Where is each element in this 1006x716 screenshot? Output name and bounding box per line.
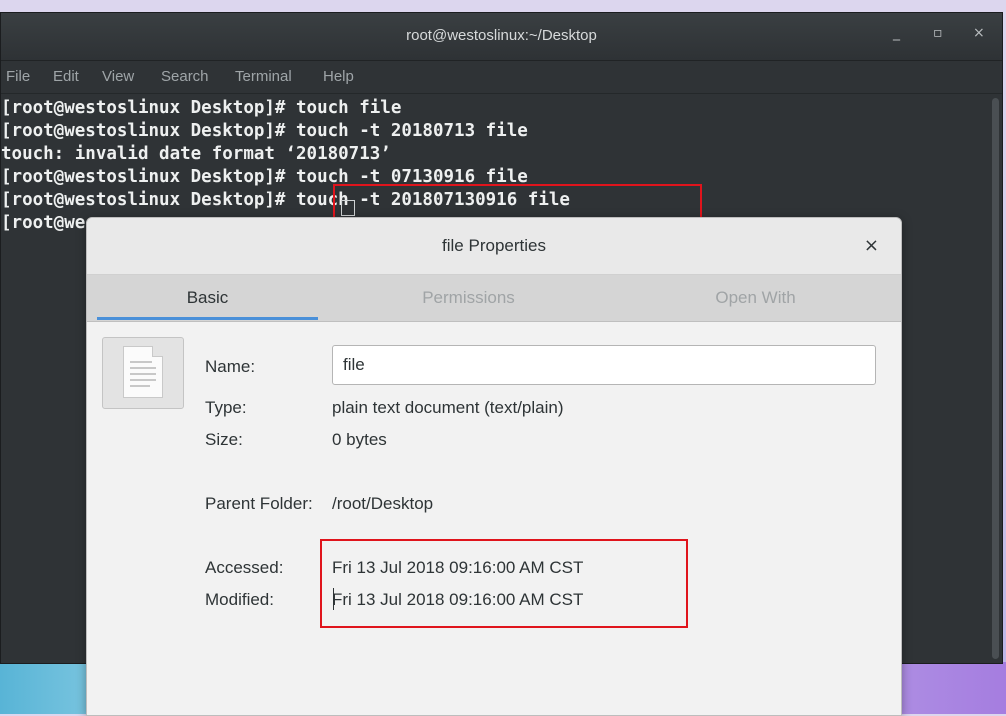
name-label: Name:	[205, 357, 256, 376]
parent-folder-value: /root/Desktop	[332, 494, 434, 513]
close-icon[interactable]: ×	[864, 235, 879, 256]
modified-label: Modified:	[205, 590, 274, 609]
menu-terminal[interactable]: Terminal	[235, 68, 292, 85]
properties-dialog: file Properties × Basic Permissions Open…	[86, 217, 902, 716]
active-tab-indicator	[97, 317, 318, 320]
terminal-titlebar[interactable]: root@westoslinux:~/Desktop _ ▫ ×	[1, 13, 1002, 61]
terminal-title: root@westoslinux:~/Desktop	[406, 27, 597, 44]
text-file-icon	[123, 346, 163, 398]
parent-folder-label: Parent Folder:	[205, 494, 313, 513]
dialog-title: file Properties	[442, 236, 546, 255]
tab-permissions[interactable]: Permissions	[358, 275, 579, 321]
type-value: plain text document (text/plain)	[332, 398, 564, 417]
terminal-scrollbar[interactable]	[992, 98, 999, 659]
maximize-button[interactable]: ▫	[933, 25, 943, 41]
highlight-box-timestamps	[320, 539, 688, 628]
menu-edit[interactable]: Edit	[53, 68, 79, 85]
name-field[interactable]	[332, 345, 876, 385]
accessed-label: Accessed:	[205, 558, 284, 577]
tab-open-with[interactable]: Open With	[645, 275, 866, 321]
type-label: Type:	[205, 398, 247, 417]
terminal-line: touch: invalid date format ‘20180713’	[1, 144, 391, 164]
menu-file[interactable]: File	[6, 68, 30, 85]
terminal-line: [root@we	[1, 213, 86, 233]
terminal-line: [root@westoslinux Desktop]# touch -t 201…	[1, 121, 528, 141]
terminal-menubar: File Edit View Search Terminal Help	[1, 61, 1002, 94]
tab-bar: Basic Permissions Open With	[87, 275, 901, 322]
terminal-line: [root@westoslinux Desktop]# touch file	[1, 98, 402, 118]
menu-search[interactable]: Search	[161, 68, 209, 85]
size-label: Size:	[205, 430, 243, 449]
close-button[interactable]: ×	[973, 25, 985, 41]
dialog-header: file Properties ×	[87, 218, 901, 275]
menu-view[interactable]: View	[102, 68, 134, 85]
tab-basic[interactable]: Basic	[97, 275, 318, 321]
minimize-button[interactable]: _	[893, 25, 900, 41]
size-value: 0 bytes	[332, 430, 387, 449]
menu-help[interactable]: Help	[323, 68, 354, 85]
file-icon-button[interactable]	[102, 337, 184, 409]
